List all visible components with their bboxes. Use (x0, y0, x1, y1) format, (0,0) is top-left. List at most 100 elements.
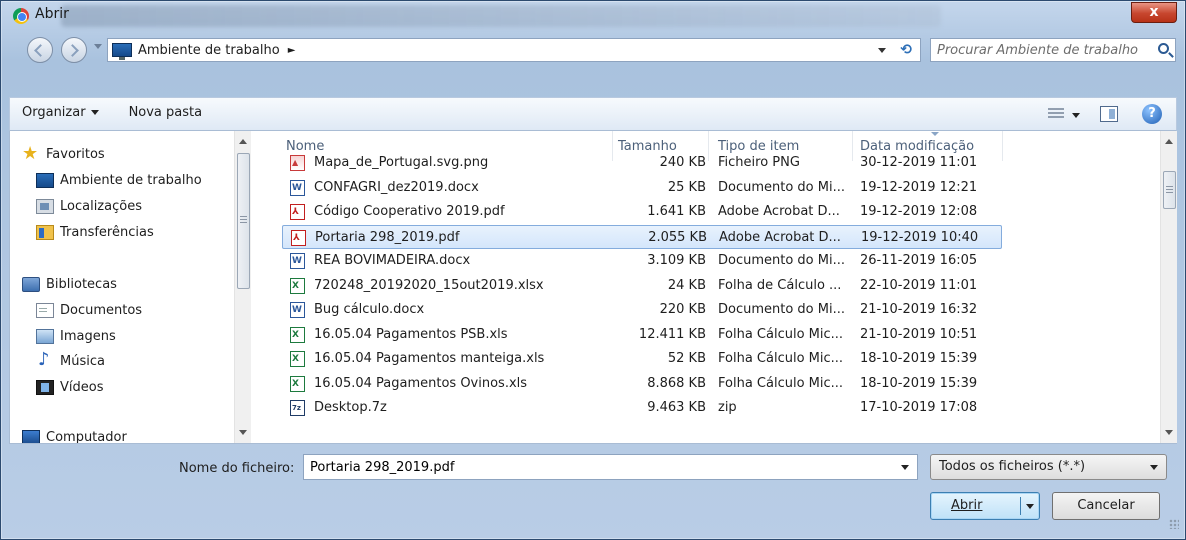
file-row[interactable]: Desktop.7z 9.463 KB zip 17-10-2019 17:08 (282, 396, 1002, 420)
file-name: 720248_20192020_15out2019.xlsx (314, 277, 544, 293)
nav-favorites[interactable]: Favoritos (22, 143, 105, 164)
file-date: 18-10-2019 15:39 (860, 351, 978, 366)
back-button[interactable] (27, 37, 53, 63)
scroll-down-icon[interactable] (239, 430, 247, 435)
file-size: 1.641 KB (647, 204, 706, 219)
file-row[interactable]: 720248_20192020_15out2019.xlsx 24 KB Folha… (282, 274, 1002, 298)
filename-dropdown-icon[interactable] (901, 465, 909, 470)
scrollbar-thumb[interactable] (237, 153, 250, 289)
file-date: 19-12-2019 10:40 (861, 229, 979, 245)
file-name: CONFAGRI_dez2019.docx (314, 179, 479, 195)
preview-pane-icon[interactable] (1100, 106, 1118, 122)
search-box[interactable] (930, 38, 1176, 62)
file-type: Folha Cálculo Mic... (718, 375, 844, 391)
grip-icon (240, 216, 247, 223)
navigation-pane: Favoritos Ambiente de trabalho Localizaç… (10, 131, 250, 443)
file-type: Adobe Acrobat D... (719, 229, 841, 245)
file-date: 17-10-2019 17:08 (860, 400, 978, 415)
file-row[interactable]: 16.05.04 Pagamentos manteiga.xls 52 KB Fol… (282, 347, 1002, 371)
background-browser-tabs (61, 5, 941, 27)
nav-images[interactable]: Imagens (36, 329, 116, 344)
nav-label: Vídeos (60, 380, 104, 395)
search-icon[interactable] (1158, 43, 1169, 54)
view-dropdown-icon[interactable] (1072, 113, 1080, 118)
cancel-button[interactable]: Cancelar (1052, 492, 1160, 520)
file-row[interactable]: 16.05.04 Pagamentos PSB.xls 12.411 KB Folh… (282, 323, 1002, 347)
file-size: 220 KB (659, 302, 706, 317)
file-row[interactable]: Código Cooperativo 2019.pdf 1.641 KB Adobe… (282, 200, 1002, 224)
column-divider[interactable] (1002, 131, 1003, 161)
zip-file-icon (290, 400, 305, 416)
file-size: 24 KB (667, 277, 706, 293)
file-size: 12.411 KB (638, 326, 706, 342)
grip-icon (1166, 186, 1173, 193)
file-name: Mapa_de_Portugal.svg.png (314, 155, 489, 170)
file-row[interactable]: 16.05.04 Pagamentos Ovinos.xls 8.868 KB Fo… (282, 372, 1002, 396)
forward-button[interactable] (61, 37, 87, 63)
file-name: Portaria 298_2019.pdf (315, 229, 460, 245)
scroll-up-icon[interactable] (1165, 139, 1173, 144)
title-bar[interactable]: Abrir x (1, 1, 1185, 31)
file-row[interactable]: Bug cálculo.docx 220 KB Documento do Mi...… (282, 298, 1002, 322)
dialog-title: Abrir (35, 6, 69, 22)
file-row[interactable]: CONFAGRI_dez2019.docx 25 KB Documento do M… (282, 176, 1002, 200)
open-button[interactable]: Abrir (930, 492, 1040, 520)
nav-pane-scrollbar[interactable] (234, 131, 251, 443)
recent-locations-dropdown[interactable] (94, 44, 102, 49)
file-date: 18-10-2019 15:39 (860, 375, 978, 391)
computer-icon (22, 430, 40, 443)
address-path[interactable]: Ambiente de trabalho (138, 43, 280, 58)
desktop-icon (36, 173, 54, 188)
file-name: 16.05.04 Pagamentos PSB.xls (314, 326, 508, 342)
file-type: Documento do Mi... (718, 302, 845, 317)
open-options-dropdown-icon[interactable] (1026, 504, 1034, 509)
search-input[interactable] (931, 39, 1146, 61)
file-name: Código Cooperativo 2019.pdf (314, 204, 505, 219)
file-name: 16.05.04 Pagamentos Ovinos.xls (314, 375, 528, 391)
breadcrumb-chevron-icon[interactable]: ► (288, 45, 296, 56)
chevron-down-icon (90, 110, 99, 115)
nav-libraries[interactable]: Bibliotecas (22, 277, 117, 292)
scroll-down-icon[interactable] (1165, 430, 1173, 435)
nav-downloads[interactable]: Transferências (36, 225, 154, 240)
desktop-icon (112, 43, 132, 60)
excel-file-icon (290, 277, 305, 294)
close-button[interactable]: x (1131, 2, 1177, 23)
file-row[interactable]: REA BOVIMADEIRA.docx 3.109 KB Documento do… (282, 249, 1002, 273)
file-type: Folha Cálculo Mic... (718, 326, 844, 342)
nav-music[interactable]: Música (36, 349, 105, 370)
file-name: REA BOVIMADEIRA.docx (314, 253, 471, 268)
new-folder-button[interactable]: Nova pasta (129, 105, 203, 120)
nav-label: Favoritos (46, 147, 105, 162)
nav-places[interactable]: Localizações (36, 199, 142, 214)
file-list-scrollbar[interactable] (1160, 131, 1177, 443)
resize-grip-icon[interactable] (1169, 519, 1179, 529)
address-dropdown-icon[interactable] (878, 48, 886, 53)
filename-field[interactable] (303, 454, 918, 480)
scroll-up-icon[interactable] (239, 139, 247, 144)
address-bar[interactable]: Ambiente de trabalho ► ⟲ (107, 38, 921, 62)
nav-desktop[interactable]: Ambiente de trabalho (36, 173, 202, 188)
chrome-icon (13, 8, 29, 24)
nav-documents[interactable]: Documentos (36, 303, 142, 318)
view-options-icon[interactable] (1048, 108, 1064, 120)
filename-input[interactable] (304, 455, 894, 479)
pdf-file-icon (291, 229, 306, 246)
star-icon (22, 143, 40, 164)
scrollbar-thumb[interactable] (1163, 171, 1176, 209)
refresh-icon[interactable]: ⟲ (900, 42, 912, 58)
file-row[interactable]: Portaria 298_2019.pdf 2.055 KB Adobe Acrob… (282, 224, 1002, 249)
file-type-filter[interactable]: Todos os ficheiros (*.*) (930, 454, 1167, 480)
open-file-dialog: Abrir x Ambiente de trabalho ► ⟲ Organiz… (0, 0, 1186, 540)
nav-videos[interactable]: Vídeos (36, 380, 103, 395)
nav-computer[interactable]: Computador (22, 430, 127, 443)
help-icon[interactable]: ? (1142, 104, 1162, 124)
organize-menu[interactable]: Organizar (22, 105, 99, 120)
chevron-down-icon[interactable] (1150, 465, 1158, 470)
file-date: 21-10-2019 10:51 (860, 326, 978, 342)
word-file-icon (290, 253, 305, 269)
file-row[interactable]: Mapa_de_Portugal.svg.png 240 KB Ficheiro P… (282, 151, 1002, 175)
png-file-icon (290, 155, 305, 171)
file-date: 30-12-2019 11:01 (860, 155, 978, 170)
excel-file-icon (290, 375, 305, 392)
